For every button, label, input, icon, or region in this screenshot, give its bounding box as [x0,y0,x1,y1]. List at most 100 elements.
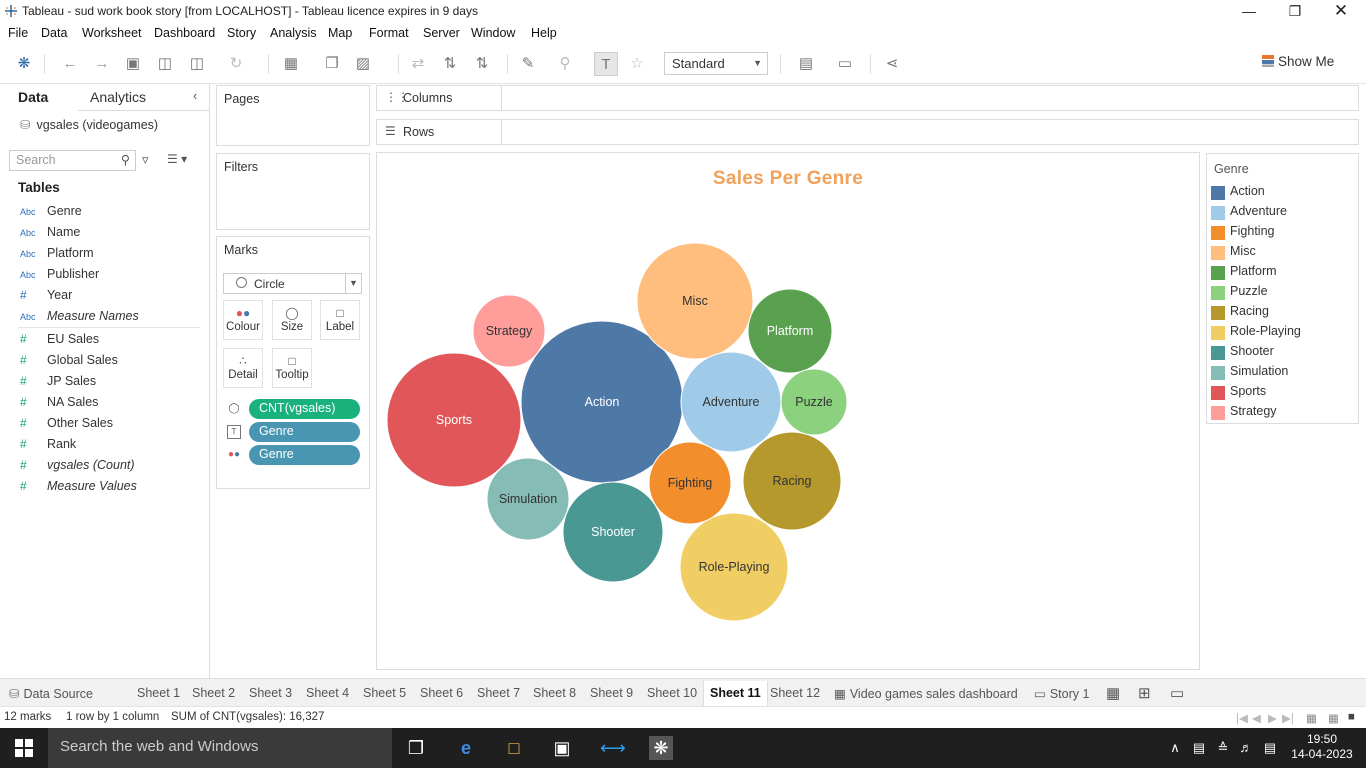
taskbar-search-input[interactable]: Search the web and Windows [48,728,392,768]
presentation-mode-icon[interactable]: ▭ [833,52,857,76]
size-button[interactable]: ◯ Size [272,300,312,340]
pages-card[interactable]: Pages [216,85,370,146]
field-jp-sales[interactable]: # JP Sales [20,374,96,394]
clock[interactable]: 19:50 14-04-2023 [1286,732,1358,762]
store-icon[interactable]: ▣ [550,736,574,760]
vscode-icon[interactable]: ⟷ [600,736,626,760]
dimension-pill[interactable]: Genre [249,422,360,442]
columns-shelf[interactable]: ⋮⋮ Columns [376,85,1359,111]
field-vgsales-count[interactable]: # vgsales (Count) [20,458,135,478]
menu-file[interactable]: File [8,26,28,40]
tab-sheet-4[interactable]: Sheet 4 [306,686,349,700]
new-dashboard-icon[interactable]: ⊞ [1138,684,1151,702]
notifications-icon[interactable]: ▤ [1258,736,1282,760]
label-button[interactable]: □ Label [320,300,360,340]
menu-analysis[interactable]: Analysis [270,26,317,40]
tab-sheet-8[interactable]: Sheet 8 [533,686,576,700]
collapse-pane-icon[interactable]: ‹ [193,88,197,103]
filters-card[interactable]: Filters [216,153,370,230]
show-mark-labels-icon[interactable]: T [594,52,618,76]
field-name[interactable]: Abc Name [20,225,80,245]
tableau-taskbar-icon[interactable]: ❋ [649,736,673,760]
clear-sheet-icon[interactable]: ▨ [351,52,375,76]
tab-sheet-11[interactable]: Sheet 11 [703,681,768,707]
menu-dashboard[interactable]: Dashboard [154,26,215,40]
detail-button[interactable]: ∴ Detail [223,348,263,388]
viz-canvas[interactable]: Sales Per Genre Action Sports Misc Role-Pla… [376,152,1200,670]
sort-descending-icon[interactable]: ⇅ [470,52,494,76]
view-options-icon[interactable]: ☰ ▾ [167,152,187,166]
field-measure-names[interactable]: Abc Measure Names [20,309,139,329]
new-worksheet-icon[interactable]: ▦ [1106,684,1120,702]
menu-worksheet[interactable]: Worksheet [82,26,142,40]
group-members-icon[interactable]: ⚲ [553,52,577,76]
duplicate-sheet-icon[interactable]: ❐ [320,52,344,76]
measure-pill[interactable]: CNT(vgsales) [249,399,360,419]
fit-dropdown[interactable]: Standard ▼ [664,52,768,75]
new-datasource-icon[interactable]: ◫ [153,52,177,76]
show-tabs-icon[interactable]: ■ [1348,711,1355,723]
fix-axes-icon[interactable]: ☆ [625,52,649,76]
tab-sheet-6[interactable]: Sheet 6 [420,686,463,700]
tab-sheet-7[interactable]: Sheet 7 [477,686,520,700]
new-worksheet-icon[interactable]: ▦ [279,52,303,76]
swap-rows-columns-icon[interactable]: ⇄ [406,52,430,76]
tooltip-button[interactable]: □ Tooltip [272,348,312,388]
tableau-home-icon[interactable]: ❋ [12,52,36,76]
tab-analytics[interactable]: Analytics [90,89,146,105]
field-publisher[interactable]: Abc Publisher [20,267,99,287]
data-source-tab[interactable]: ⛁ Data Source [9,686,93,701]
file-explorer-icon[interactable]: □ [502,736,526,760]
field-measure-values[interactable]: # Measure Values [20,479,137,499]
pause-updates-icon[interactable]: ◫ [185,52,209,76]
datasource-item[interactable]: ⛁ vgsales (videogames) [20,117,158,132]
tab-sheet-12[interactable]: Sheet 12 [770,686,820,700]
tab-data[interactable]: Data [18,89,48,105]
wifi-icon[interactable]: ≙ [1211,736,1235,760]
undo-icon[interactable]: ← [58,52,82,76]
tab-story[interactable]: ▭ Story 1 [1034,686,1089,701]
field-year[interactable]: # Year [20,288,72,308]
redo-icon[interactable]: → [90,52,114,76]
tab-sheet-9[interactable]: Sheet 9 [590,686,633,700]
edge-icon[interactable]: e [454,736,478,760]
close-icon[interactable]: ✕ [1318,2,1364,22]
tray-chevron-icon[interactable]: ∧ [1163,736,1187,760]
sort-ascending-icon[interactable]: ⇅ [438,52,462,76]
field-rank[interactable]: # Rank [20,437,76,457]
tab-sheet-2[interactable]: Sheet 2 [192,686,235,700]
tab-sheet-1[interactable]: Sheet 1 [137,686,180,700]
tab-dashboard[interactable]: ▦ Video games sales dashboard [834,686,1018,701]
menu-help[interactable]: Help [531,26,557,40]
new-story-icon[interactable]: ▭ [1170,684,1184,702]
filter-fields-icon[interactable]: ▿ [142,152,149,168]
network-icon[interactable]: ▤ [1187,736,1211,760]
share-icon[interactable]: ⋖ [880,52,904,76]
save-icon[interactable]: ▣ [121,52,145,76]
dimension-pill[interactable]: Genre [249,445,360,465]
highlight-icon[interactable]: ✎ [516,52,540,76]
start-button[interactable] [0,728,48,768]
menu-map[interactable]: Map [328,26,352,40]
field-other-sales[interactable]: # Other Sales [20,416,113,436]
last-sheet-icon[interactable]: ▶| [1282,711,1294,725]
show-sheet-sorter-icon[interactable]: ▦ [1328,711,1339,725]
volume-icon[interactable]: ♬ [1234,736,1258,760]
refresh-icon[interactable]: ↻ [224,52,248,76]
restore-icon[interactable]: ❐ [1272,2,1318,22]
tab-sheet-3[interactable]: Sheet 3 [249,686,292,700]
prev-sheet-icon[interactable]: ◀ [1252,711,1261,725]
colour-button[interactable]: ●● Colour [223,300,263,340]
field-genre[interactable]: Abc Genre [20,204,82,224]
field-search-input[interactable]: Search ⚲ [9,150,136,171]
menu-data[interactable]: Data [41,26,67,40]
field-global-sales[interactable]: # Global Sales [20,353,118,373]
show-me-button[interactable]: Show Me [1262,54,1334,69]
menu-story[interactable]: Story [227,26,256,40]
field-eu-sales[interactable]: # EU Sales [20,332,99,352]
rows-shelf[interactable]: ☰ Rows [376,119,1359,145]
task-view-icon[interactable]: ❐ [404,736,428,760]
menu-window[interactable]: Window [471,26,515,40]
tab-sheet-5[interactable]: Sheet 5 [363,686,406,700]
field-platform[interactable]: Abc Platform [20,246,94,266]
